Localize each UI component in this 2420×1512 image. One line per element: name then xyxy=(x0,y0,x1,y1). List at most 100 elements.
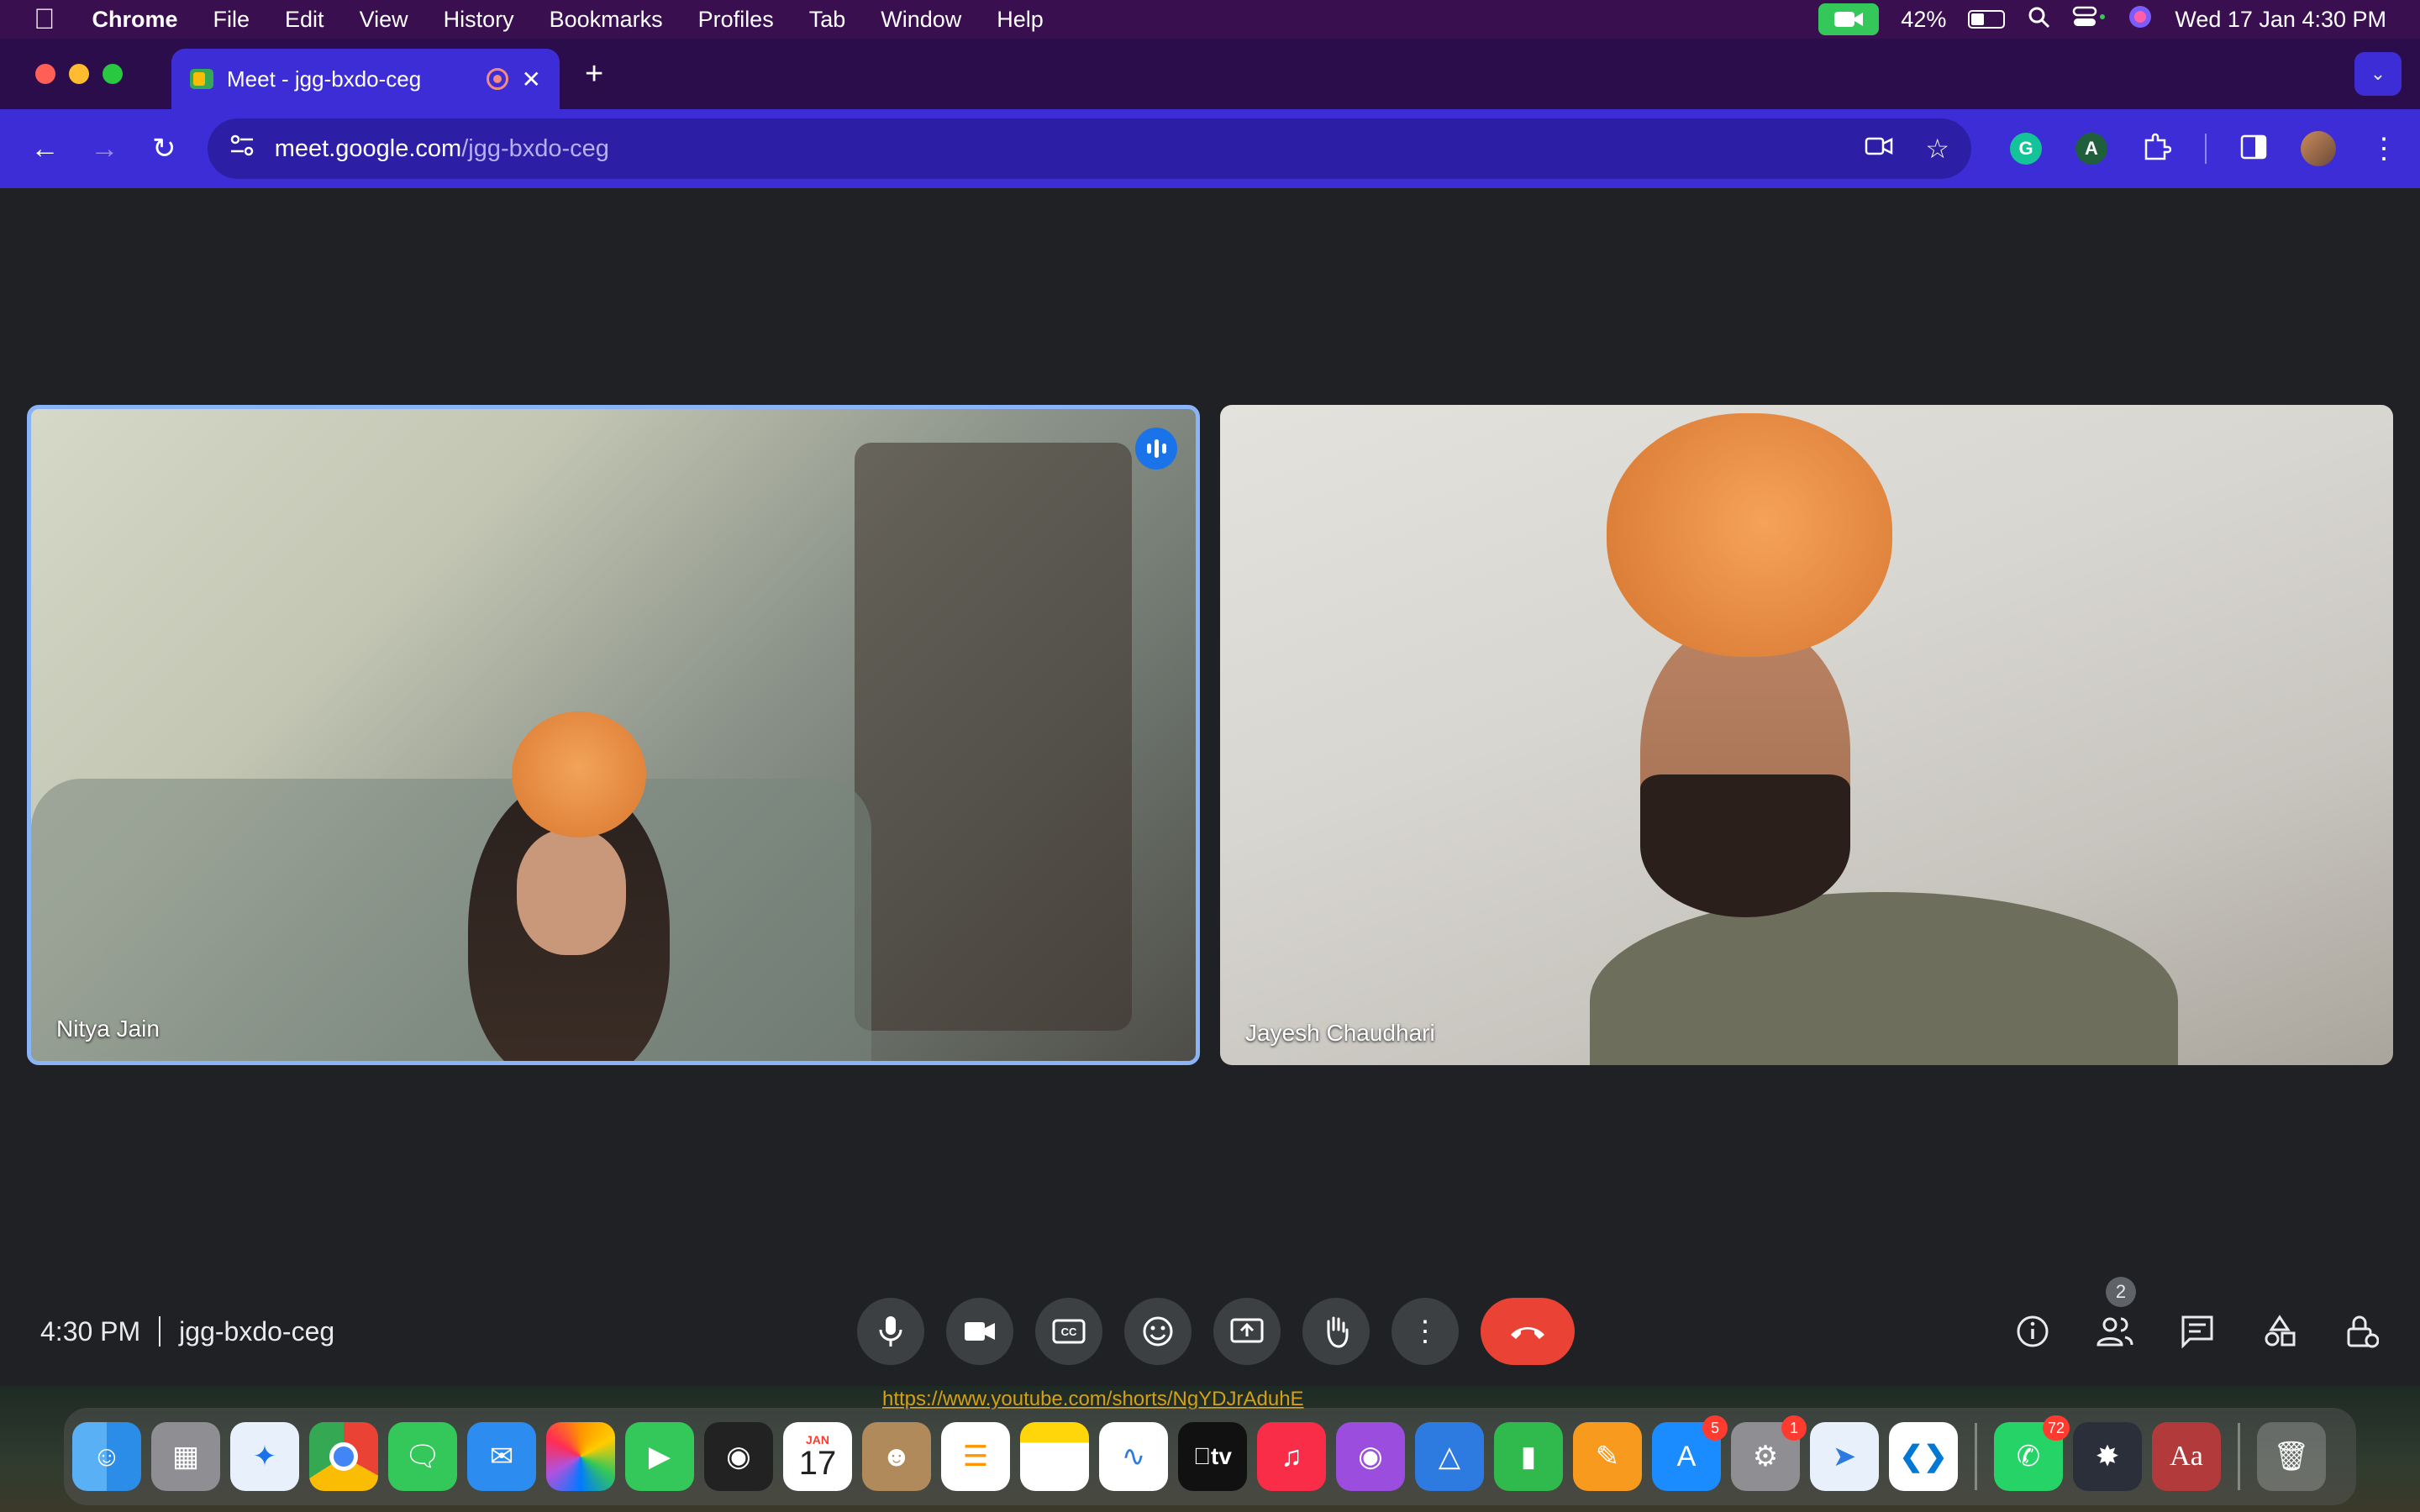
menu-bookmarks[interactable]: Bookmarks xyxy=(550,7,663,33)
control-center-icon[interactable] xyxy=(2072,5,2106,34)
participant-name: Jayesh Chaudhari xyxy=(1245,1020,1435,1046)
apple-tv-icon[interactable]: tv xyxy=(1178,1422,1247,1491)
cat-face-effect-icon xyxy=(1607,413,1892,657)
menu-profiles[interactable]: Profiles xyxy=(698,7,774,33)
facetime-icon[interactable]: ▶ xyxy=(625,1422,694,1491)
back-arrow-icon[interactable]: ← xyxy=(22,125,68,172)
bookmark-star-icon[interactable]: ☆ xyxy=(1925,133,1949,165)
system-settings-icon[interactable]: ⚙ 1 xyxy=(1731,1415,1807,1491)
address-bar[interactable]: meet.google.com/jgg-bxdo-ceg ☆ xyxy=(207,118,1971,179)
site-info-icon[interactable] xyxy=(229,134,255,164)
browser-toolbar: ← → ↻ meet.google.com/jgg-bxdo-ceg ☆ G A… xyxy=(0,109,2420,188)
launchpad-icon[interactable]: ▦ xyxy=(151,1422,220,1491)
raise-hand-icon[interactable] xyxy=(1302,1298,1370,1365)
messages-icon[interactable]: 🗨 xyxy=(388,1422,457,1491)
finder-icon[interactable]: ☺ xyxy=(72,1422,141,1491)
reload-icon[interactable]: ↻ xyxy=(141,125,187,172)
davinci-resolve-icon[interactable]: ✸ xyxy=(2073,1422,2142,1491)
end-call-icon[interactable] xyxy=(1481,1298,1575,1365)
zoom-window-button[interactable] xyxy=(103,64,123,84)
close-tab-icon[interactable]: ✕ xyxy=(522,66,541,93)
music-icon[interactable]: ♫ xyxy=(1257,1422,1326,1491)
side-panel-icon[interactable] xyxy=(2240,134,2267,164)
camera-permission-icon[interactable] xyxy=(1865,133,1893,165)
menu-app-name[interactable]: Chrome xyxy=(92,7,178,33)
keynote-icon[interactable]: △ xyxy=(1415,1422,1484,1491)
meeting-info-left: 4:30 PM jgg-bxdo-ceg xyxy=(40,1316,334,1347)
profile-avatar[interactable] xyxy=(2301,131,2336,166)
chrome-menu-icon[interactable]: ⋮ xyxy=(2370,132,2398,165)
spotlight-search-icon[interactable] xyxy=(2027,5,2050,34)
url-host: meet.google.com xyxy=(274,134,462,162)
browser-tab-meet[interactable]: Meet - jgg-bxdo-ceg ✕ xyxy=(171,49,560,109)
camera-icon[interactable] xyxy=(946,1298,1013,1365)
whatsapp-icon[interactable]: ✆ 72 xyxy=(1994,1415,2070,1491)
contacts-icon[interactable]: ☻ xyxy=(862,1422,931,1491)
pages-icon[interactable]: ✎ xyxy=(1573,1422,1642,1491)
menu-view[interactable]: View xyxy=(360,7,408,33)
podcasts-icon[interactable]: ◉ xyxy=(1336,1422,1405,1491)
recording-indicator-icon xyxy=(486,68,508,90)
participant-shirt xyxy=(1590,892,2178,1065)
battery-icon[interactable] xyxy=(1968,10,2006,29)
vscode-icon[interactable]: ❮❯ xyxy=(1889,1422,1958,1491)
activities-icon[interactable] xyxy=(2259,1310,2301,1352)
menu-tab[interactable]: Tab xyxy=(809,7,846,33)
menu-help[interactable]: Help xyxy=(997,7,1044,33)
photos-icon[interactable] xyxy=(546,1422,615,1491)
numbers-icon[interactable]: ▮ xyxy=(1494,1422,1563,1491)
freeform-icon[interactable]: ∿ xyxy=(1099,1422,1168,1491)
menu-window[interactable]: Window xyxy=(881,7,961,33)
menu-file[interactable]: File xyxy=(213,7,250,33)
safari-icon[interactable]: ✦ xyxy=(230,1422,299,1491)
svg-text:CC: CC xyxy=(1061,1326,1077,1338)
maps-icon[interactable]: ➤ xyxy=(1810,1422,1879,1491)
forward-arrow-icon[interactable]: → xyxy=(82,125,128,172)
calendar-day: 17 xyxy=(798,1445,837,1482)
mail-icon[interactable]: ✉ xyxy=(467,1422,536,1491)
more-options-icon[interactable]: ⋮ xyxy=(1392,1298,1459,1365)
siri-icon[interactable] xyxy=(2128,4,2153,35)
apple-icon[interactable]:  xyxy=(34,3,55,36)
menu-history[interactable]: History xyxy=(444,7,514,33)
apple-tv-label: tv xyxy=(1202,1443,1232,1469)
tab-search-chevron-down-icon[interactable]: ⌄ xyxy=(2354,52,2402,96)
chrome-icon[interactable] xyxy=(309,1422,378,1491)
minimize-window-button[interactable] xyxy=(69,64,89,84)
camera-in-use-icon[interactable] xyxy=(1818,3,1880,35)
new-tab-button[interactable]: + xyxy=(585,56,603,92)
trash-icon[interactable]: 🗑 xyxy=(2257,1422,2326,1491)
chat-icon[interactable] xyxy=(2176,1310,2218,1352)
meeting-time: 4:30 PM xyxy=(40,1315,141,1347)
menu-edit[interactable]: Edit xyxy=(285,7,324,33)
dictionary-icon[interactable]: Aa xyxy=(2152,1422,2221,1491)
cat-face-effect-icon xyxy=(512,711,646,837)
macos-menubar:  Chrome File Edit View History Bookmark… xyxy=(0,0,2420,39)
notes-icon[interactable] xyxy=(1020,1422,1089,1491)
calendar-icon[interactable]: JAN 17 xyxy=(783,1422,852,1491)
extensions-puzzle-icon[interactable] xyxy=(2141,132,2172,166)
logic-disc-icon[interactable]: ◉ xyxy=(704,1422,773,1491)
reminders-icon[interactable]: ☰ xyxy=(941,1422,1010,1491)
info-icon[interactable] xyxy=(2012,1310,2054,1352)
people-icon[interactable]: 2 xyxy=(2094,1277,2136,1352)
close-window-button[interactable] xyxy=(35,64,55,84)
dock-divider xyxy=(1975,1423,1977,1490)
chrome-tab-strip: Meet - jgg-bxdo-ceg ✕ + ⌄ xyxy=(0,39,2420,109)
emoji-icon[interactable] xyxy=(1124,1298,1192,1365)
participant-name: Nitya Jain xyxy=(56,1016,160,1042)
grammarly-extension-icon[interactable]: G xyxy=(2010,133,2042,165)
app-store-icon[interactable]: A5 xyxy=(1652,1415,1728,1491)
participant-tile-2[interactable]: Jayesh Chaudhari xyxy=(1220,405,2393,1065)
extension-a-icon[interactable]: A xyxy=(2075,133,2107,165)
participant-tile-1[interactable]: Nitya Jain xyxy=(27,405,1200,1065)
macos-dock: ☺ ▦ ✦ 🗨 ✉ ▶ ◉ JAN 17 ☻ ☰ ∿ tv ♫ ◉ △ ▮ ✎… xyxy=(64,1408,2356,1505)
captions-icon[interactable]: CC xyxy=(1035,1298,1102,1365)
menubar-datetime[interactable]: Wed 17 Jan 4:30 PM xyxy=(2175,7,2386,33)
system-settings-badge: 1 xyxy=(1781,1415,1807,1441)
meet-stage: Nitya Jain Jayesh Chaudhari 4:30 PM jgg-… xyxy=(0,188,2420,1386)
meeting-code[interactable]: jgg-bxdo-ceg xyxy=(179,1316,334,1347)
present-icon[interactable] xyxy=(1213,1298,1281,1365)
microphone-icon[interactable] xyxy=(857,1298,924,1365)
host-controls-icon[interactable] xyxy=(2341,1310,2383,1352)
